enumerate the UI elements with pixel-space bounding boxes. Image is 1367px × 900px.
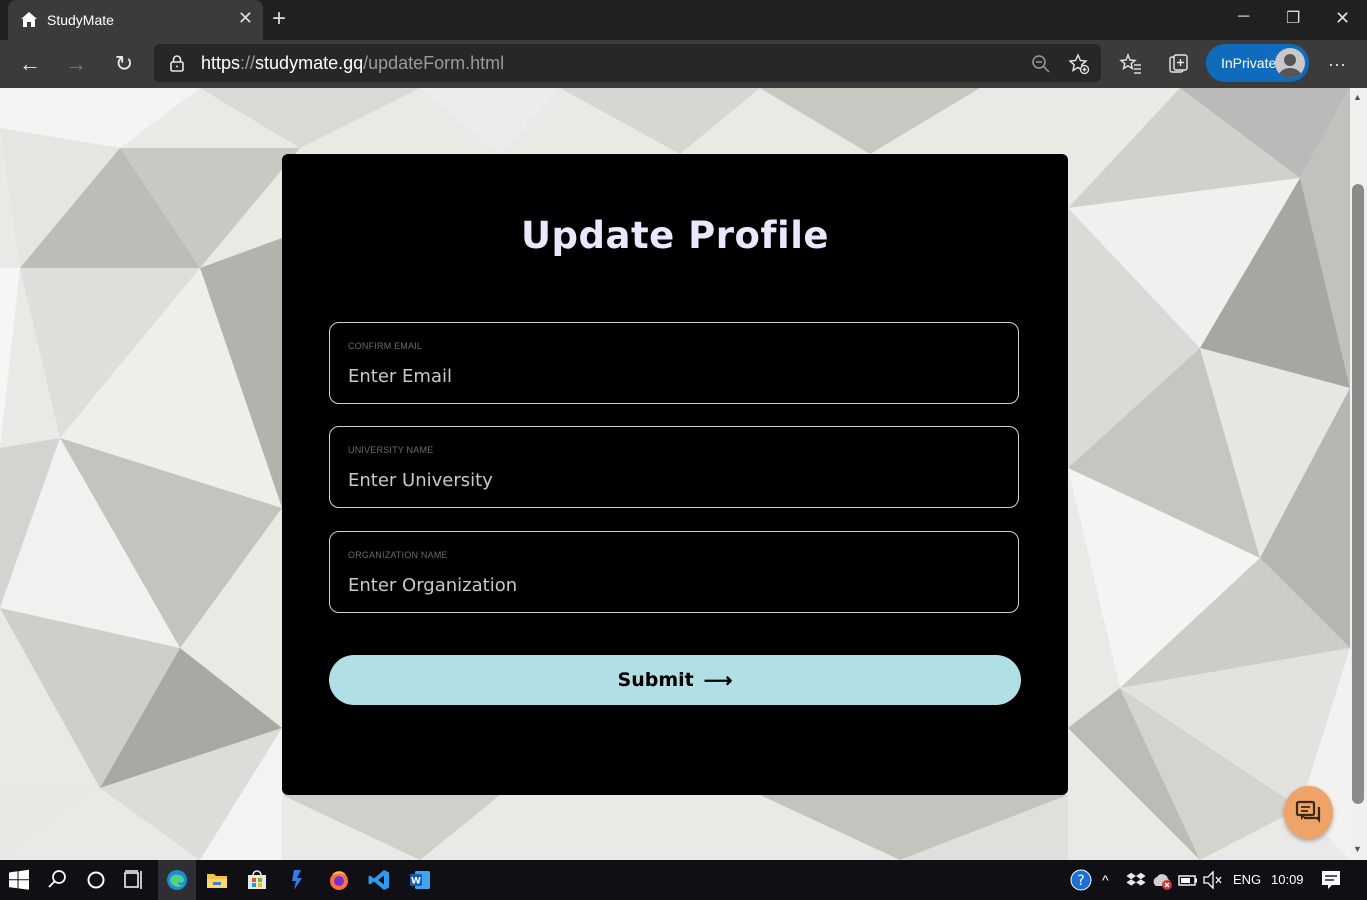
dropbox-icon[interactable]	[1124, 868, 1148, 892]
refresh-icon[interactable]: ↻	[112, 51, 136, 76]
notifications-icon[interactable]	[1319, 868, 1343, 892]
email-field-label: CONFIRM EMAIL	[348, 341, 423, 351]
word-icon[interactable]: W	[408, 868, 432, 892]
close-tab-icon[interactable]: ✕	[238, 8, 253, 29]
firefox-icon[interactable]	[327, 868, 351, 892]
url-separator: ://	[240, 53, 256, 73]
cortana-icon[interactable]	[84, 868, 108, 892]
scroll-up-arrow-icon[interactable]: ▲	[1353, 92, 1362, 102]
inprivate-profile-button[interactable]: InPrivate	[1206, 44, 1309, 82]
update-profile-card: Update Profile CONFIRM EMAIL UNIVERSITY …	[282, 154, 1068, 795]
email-field[interactable]: CONFIRM EMAIL	[329, 322, 1019, 404]
organization-input[interactable]	[348, 572, 998, 598]
favorites-icon[interactable]	[1119, 52, 1143, 76]
url-text: https://studymate.gq/updateForm.html	[201, 53, 504, 74]
lock-icon[interactable]	[168, 54, 186, 72]
university-input[interactable]	[348, 467, 998, 493]
url-scheme: https	[201, 53, 241, 73]
arrow-right-icon: ⟶	[703, 669, 733, 692]
svg-text:W: W	[411, 877, 421, 887]
page-title: Update Profile	[521, 214, 829, 257]
vscode-icon[interactable]	[367, 868, 391, 892]
restore-icon[interactable]: ❐	[1286, 8, 1300, 28]
collections-icon[interactable]	[1166, 52, 1190, 76]
url-host: studymate.gq	[255, 53, 364, 73]
organization-field[interactable]: ORGANIZATION NAME	[329, 531, 1019, 613]
battery-icon[interactable]	[1176, 868, 1200, 892]
new-tab-button[interactable]: +	[272, 5, 286, 33]
show-hidden-icons-chevron-icon[interactable]: ^	[1102, 872, 1109, 888]
scrollbar-thumb[interactable]	[1352, 184, 1364, 804]
browser-tab[interactable]: StudyMate ✕	[8, 0, 263, 40]
organization-field-label: ORGANIZATION NAME	[348, 550, 448, 560]
volume-muted-icon[interactable]	[1201, 868, 1225, 892]
onedrive-error-icon[interactable]	[1150, 868, 1174, 892]
settings-more-icon[interactable]: ···	[1325, 52, 1349, 76]
email-input[interactable]	[348, 363, 998, 389]
close-window-icon[interactable]: ✕	[1335, 8, 1350, 29]
back-icon[interactable]: ←	[18, 51, 42, 76]
vertical-scrollbar[interactable]: ▲ ▼	[1350, 88, 1367, 860]
home-icon	[21, 12, 37, 27]
language-indicator[interactable]: ENG	[1233, 872, 1261, 887]
start-icon[interactable]	[7, 868, 31, 892]
search-icon[interactable]	[46, 868, 70, 892]
file-explorer-icon[interactable]	[205, 868, 229, 892]
url-path: /updateForm.html	[363, 53, 505, 73]
page-viewport: Update Profile CONFIRM EMAIL UNIVERSITY …	[0, 88, 1350, 860]
add-favorite-icon[interactable]	[1068, 53, 1090, 75]
submit-button-label: Submit	[617, 669, 694, 691]
help-icon[interactable]: ?	[1069, 868, 1093, 892]
clock[interactable]: 10:09	[1271, 872, 1304, 887]
minimize-icon[interactable]: ─	[1238, 8, 1249, 26]
chat-widget-button[interactable]	[1284, 786, 1333, 839]
power-automate-icon[interactable]	[286, 868, 310, 892]
profile-avatar-icon	[1275, 48, 1305, 78]
chat-icon	[1295, 800, 1320, 823]
university-field-label: UNIVERSITY NAME	[348, 445, 434, 455]
forward-icon[interactable]: →	[64, 51, 88, 76]
windows-taskbar: W ? ^ ENG 10:09	[0, 860, 1367, 900]
inprivate-label: InPrivate	[1221, 55, 1277, 71]
zoom-out-icon[interactable]	[1030, 53, 1052, 75]
edge-icon[interactable]	[165, 868, 189, 892]
browser-toolbar: ← → ↻ https://studymate.gq/updateForm.ht…	[0, 40, 1367, 88]
scroll-down-arrow-icon[interactable]: ▼	[1353, 844, 1362, 854]
submit-button[interactable]: Submit ⟶	[329, 655, 1021, 705]
tab-title: StudyMate	[47, 12, 114, 28]
university-field[interactable]: UNIVERSITY NAME	[329, 426, 1019, 508]
svg-text:?: ?	[1077, 873, 1084, 889]
browser-tab-bar: StudyMate ✕ + ─ ❐ ✕	[0, 0, 1367, 40]
store-icon[interactable]	[245, 868, 269, 892]
address-bar[interactable]: https://studymate.gq/updateForm.html	[154, 44, 1101, 82]
task-view-icon[interactable]	[122, 868, 146, 892]
